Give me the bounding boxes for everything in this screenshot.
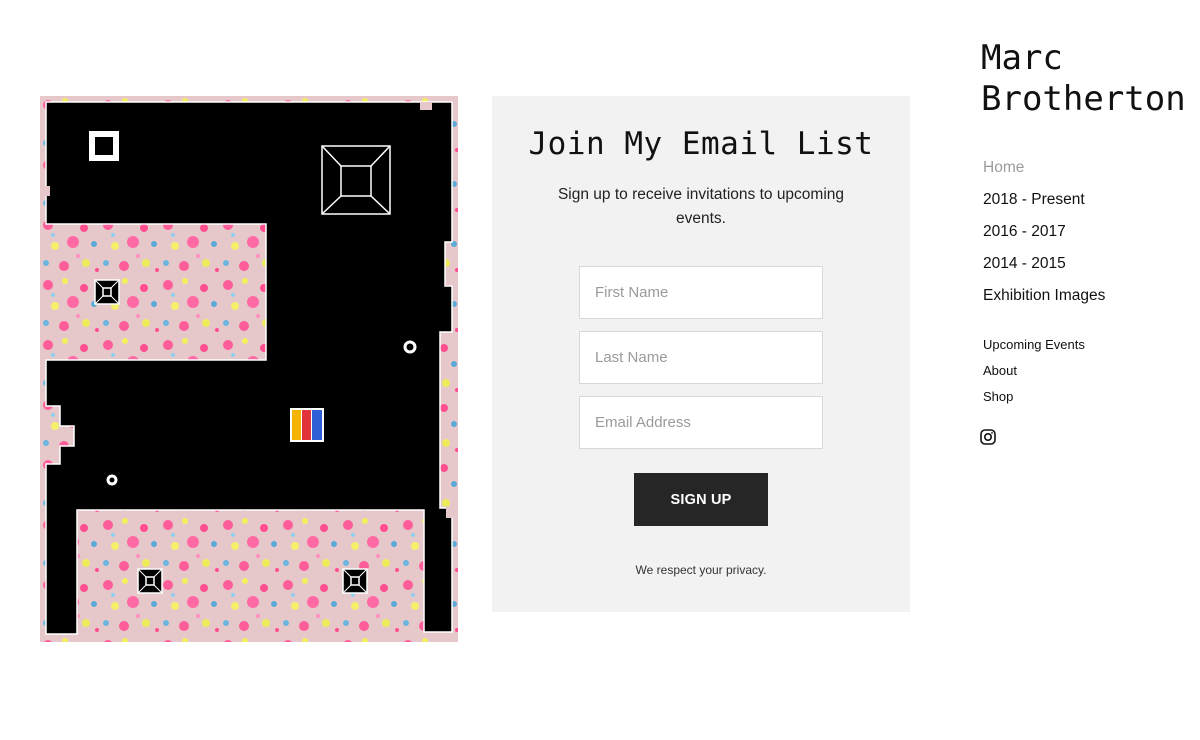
last-name-input[interactable] <box>579 331 823 384</box>
nav-item-about[interactable]: About <box>983 361 1085 387</box>
signup-title: Join My Email List <box>528 126 874 162</box>
signup-subtitle: Sign up to receive invitations to upcomi… <box>557 186 845 227</box>
main-nav: Home 2018 - Present 2016 - 2017 2014 - 2… <box>983 156 1105 316</box>
nav-item-2016-2017[interactable]: 2016 - 2017 <box>983 220 1105 252</box>
email-input[interactable] <box>579 396 823 449</box>
secondary-nav: Upcoming Events About Shop <box>983 335 1085 413</box>
nav-item-2018-present[interactable]: 2018 - Present <box>983 188 1105 220</box>
artwork-image <box>40 96 458 642</box>
nav-item-exhibition-images[interactable]: Exhibition Images <box>983 284 1105 316</box>
privacy-note: We respect your privacy. <box>635 563 767 577</box>
nav-item-upcoming-events[interactable]: Upcoming Events <box>983 335 1085 361</box>
sign-up-button[interactable]: SIGN UP <box>634 473 768 526</box>
instagram-icon[interactable] <box>980 429 996 445</box>
nav-item-home[interactable]: Home <box>983 156 1105 188</box>
email-signup-form: Join My Email List Sign up to receive in… <box>492 96 910 612</box>
nav-item-shop[interactable]: Shop <box>983 387 1085 413</box>
artwork-graphic <box>40 96 458 642</box>
site-title[interactable]: Marc Brotherton <box>981 38 1196 120</box>
nav-item-2014-2015[interactable]: 2014 - 2015 <box>983 252 1105 284</box>
first-name-input[interactable] <box>579 266 823 319</box>
